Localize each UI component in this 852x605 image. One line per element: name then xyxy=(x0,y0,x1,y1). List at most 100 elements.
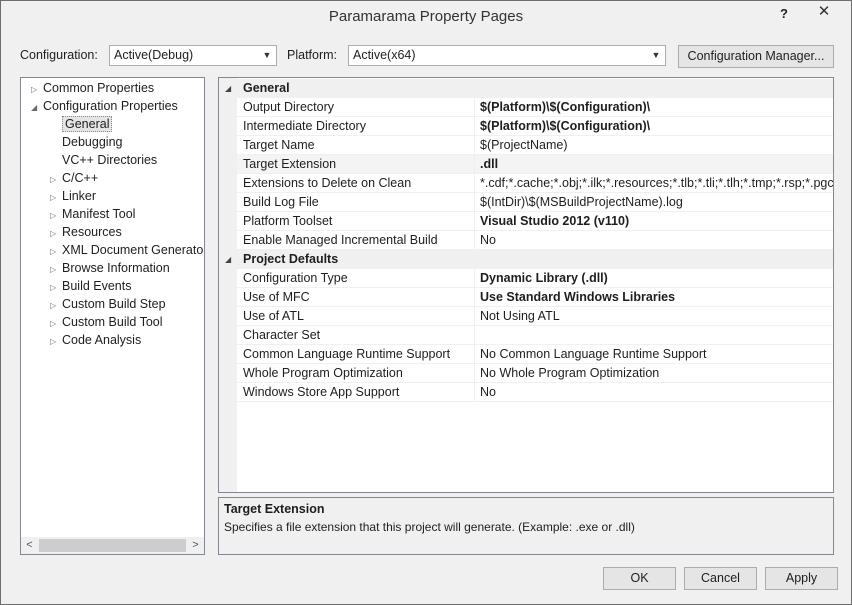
scroll-left-icon[interactable]: < xyxy=(21,537,38,554)
tree-item-label: Browse Information xyxy=(62,261,170,275)
property-value[interactable]: $(Platform)\$(Configuration)\ xyxy=(476,98,833,116)
property-value[interactable]: $(Platform)\$(Configuration)\ xyxy=(476,117,833,135)
property-row-platform-toolset[interactable]: Platform Toolset Visual Studio 2012 (v11… xyxy=(237,212,833,231)
tree-item-label: Debugging xyxy=(62,135,123,149)
platform-value: Active(x64) xyxy=(353,48,416,62)
property-value[interactable]: No Common Language Runtime Support xyxy=(476,345,833,363)
category-label: Project Defaults xyxy=(243,252,339,266)
property-name: Intermediate Directory xyxy=(237,117,475,135)
property-value[interactable]: *.cdf;*.cache;*.obj;*.ilk;*.resources;*.… xyxy=(476,174,833,192)
description-text: Specifies a file extension that this pro… xyxy=(224,520,635,534)
tree-item-xml-document-generator[interactable]: ▷ XML Document Generator xyxy=(50,241,205,259)
property-name: Character Set xyxy=(237,326,475,344)
grid-gutter xyxy=(219,78,237,492)
configuration-dropdown[interactable]: Active(Debug) ▼ xyxy=(109,45,277,66)
chevron-down-icon: ▼ xyxy=(262,50,272,60)
tree-item-label: Custom Build Tool xyxy=(62,315,163,329)
category-general[interactable]: ◢ General xyxy=(219,79,833,98)
property-value[interactable]: Use Standard Windows Libraries xyxy=(476,288,833,306)
tree-item-label: General xyxy=(62,116,113,132)
property-name: Platform Toolset xyxy=(237,212,475,230)
property-value[interactable]: Not Using ATL xyxy=(476,307,833,325)
tree-item-debugging[interactable]: Debugging xyxy=(50,133,122,151)
property-value[interactable]: .dll xyxy=(476,155,833,173)
collapse-icon[interactable]: ◢ xyxy=(31,99,43,117)
property-name: Common Language Runtime Support xyxy=(237,345,475,363)
title-bar: Paramarama Property Pages ? ✕ xyxy=(1,1,851,31)
configuration-label: Configuration: xyxy=(20,48,98,62)
tree-item-label: XML Document Generator xyxy=(62,243,205,257)
configuration-value: Active(Debug) xyxy=(114,48,194,62)
tree-item-custom-build-tool[interactable]: ▷ Custom Build Tool xyxy=(50,313,163,331)
category-label: General xyxy=(243,81,290,95)
tree-item-resources[interactable]: ▷ Resources xyxy=(50,223,122,241)
tree-item-label: Custom Build Step xyxy=(62,297,166,311)
collapse-icon[interactable]: ◢ xyxy=(225,250,231,269)
ok-button[interactable]: OK xyxy=(603,567,676,590)
scrollbar-thumb[interactable] xyxy=(39,539,186,552)
tree-item-vc-directories[interactable]: VC++ Directories xyxy=(50,151,157,169)
property-pages-window: Paramarama Property Pages ? ✕ Configurat… xyxy=(0,0,852,605)
tree-item-browse-information[interactable]: ▷ Browse Information xyxy=(50,259,170,277)
description-title: Target Extension xyxy=(224,502,325,516)
property-row-clr-support[interactable]: Common Language Runtime Support No Commo… xyxy=(237,345,833,364)
tree-item-label: C/C++ xyxy=(62,171,99,185)
property-name: Use of MFC xyxy=(237,288,475,306)
help-icon[interactable]: ? xyxy=(773,4,795,24)
expand-icon[interactable]: ▷ xyxy=(50,333,62,351)
tree-item-label: Manifest Tool xyxy=(62,207,136,221)
chevron-down-icon: ▼ xyxy=(651,50,661,60)
property-value[interactable]: No xyxy=(476,383,833,401)
scroll-right-icon[interactable]: > xyxy=(187,537,204,554)
property-row-target-extension[interactable]: Target Extension .dll xyxy=(237,155,833,174)
tree-item-custom-build-step[interactable]: ▷ Custom Build Step xyxy=(50,295,166,313)
property-row-build-log-file[interactable]: Build Log File $(IntDir)\$(MSBuildProjec… xyxy=(237,193,833,212)
property-name: Whole Program Optimization xyxy=(237,364,475,382)
cancel-button[interactable]: Cancel xyxy=(684,567,757,590)
property-value[interactable] xyxy=(476,326,833,344)
close-icon[interactable]: ✕ xyxy=(801,1,847,23)
property-name: Extensions to Delete on Clean xyxy=(237,174,475,192)
tree-item-c-cpp[interactable]: ▷ C/C++ xyxy=(50,169,98,187)
tree-item-label: Build Events xyxy=(62,279,132,293)
property-value[interactable]: $(IntDir)\$(MSBuildProjectName).log xyxy=(476,193,833,211)
property-row-intermediate-directory[interactable]: Intermediate Directory $(Platform)\$(Con… xyxy=(237,117,833,136)
property-value[interactable]: Visual Studio 2012 (v110) xyxy=(476,212,833,230)
property-name: Output Directory xyxy=(237,98,475,116)
property-row-use-of-atl[interactable]: Use of ATL Not Using ATL xyxy=(237,307,833,326)
tree-horizontal-scrollbar[interactable]: < > xyxy=(21,537,204,554)
tree-item-manifest-tool[interactable]: ▷ Manifest Tool xyxy=(50,205,135,223)
property-row-target-name[interactable]: Target Name $(ProjectName) xyxy=(237,136,833,155)
tree-item-general[interactable]: General xyxy=(50,115,113,133)
property-row-configuration-type[interactable]: Configuration Type Dynamic Library (.dll… xyxy=(237,269,833,288)
property-name: Use of ATL xyxy=(237,307,475,325)
collapse-icon[interactable]: ◢ xyxy=(225,79,231,98)
tree-item-code-analysis[interactable]: ▷ Code Analysis xyxy=(50,331,141,349)
property-value[interactable]: Dynamic Library (.dll) xyxy=(476,269,833,287)
property-value[interactable]: No Whole Program Optimization xyxy=(476,364,833,382)
property-row-use-of-mfc[interactable]: Use of MFC Use Standard Windows Librarie… xyxy=(237,288,833,307)
platform-label: Platform: xyxy=(287,48,338,62)
property-name: Target Extension xyxy=(237,155,475,173)
property-value[interactable]: $(ProjectName) xyxy=(476,136,833,154)
tree-item-configuration-properties[interactable]: ◢ Configuration Properties xyxy=(31,97,178,115)
tree-item-common-properties[interactable]: ▷ Common Properties xyxy=(31,79,154,97)
tree-item-linker[interactable]: ▷ Linker xyxy=(50,187,96,205)
property-name: Build Log File xyxy=(237,193,475,211)
property-row-windows-store-app-support[interactable]: Windows Store App Support No xyxy=(237,383,833,402)
tree-item-label: Code Analysis xyxy=(62,333,142,347)
tree-item-label: Resources xyxy=(62,225,122,239)
tree-item-label: Linker xyxy=(62,189,97,203)
property-row-managed-incremental-build[interactable]: Enable Managed Incremental Build No xyxy=(237,231,833,250)
property-value[interactable]: No xyxy=(476,231,833,249)
category-project-defaults[interactable]: ◢ Project Defaults xyxy=(219,250,833,269)
platform-dropdown[interactable]: Active(x64) ▼ xyxy=(348,45,666,66)
property-name: Windows Store App Support xyxy=(237,383,475,401)
configuration-manager-button[interactable]: Configuration Manager... xyxy=(678,45,834,68)
apply-button[interactable]: Apply xyxy=(765,567,838,590)
tree-item-build-events[interactable]: ▷ Build Events xyxy=(50,277,131,295)
property-row-character-set[interactable]: Character Set xyxy=(237,326,833,345)
property-row-output-directory[interactable]: Output Directory $(Platform)\$(Configura… xyxy=(237,98,833,117)
property-row-whole-program-optimization[interactable]: Whole Program Optimization No Whole Prog… xyxy=(237,364,833,383)
property-row-extensions-to-delete[interactable]: Extensions to Delete on Clean *.cdf;*.ca… xyxy=(237,174,833,193)
